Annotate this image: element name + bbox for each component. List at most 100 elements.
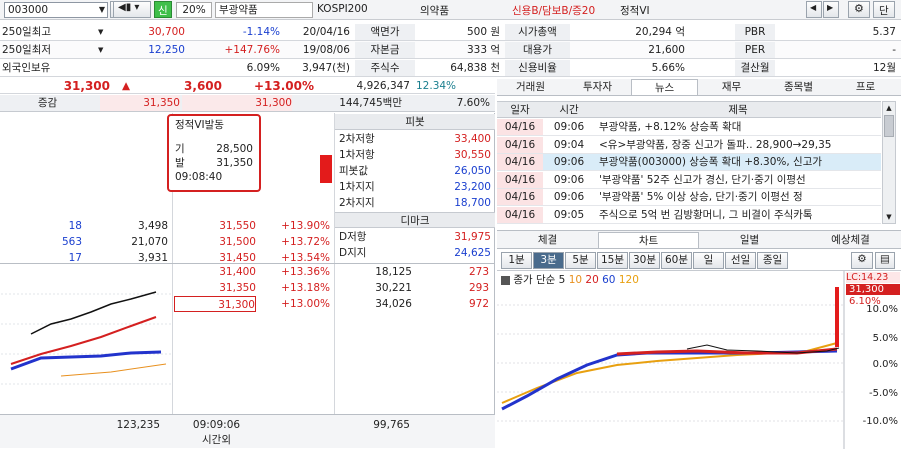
news-row[interactable]: 04/16 09:05 주식으로 5억 번 김방황머니, 그 비결이 주식카톡	[497, 206, 881, 224]
news-row[interactable]: 04/16 09:06 '부광약품' 5% 이상 상승, 단기·중기 이평선 정	[497, 189, 881, 206]
period-button[interactable]: 60분	[661, 252, 692, 269]
tab-4[interactable]: 종목별	[765, 79, 832, 95]
info-label: 250일최고	[2, 26, 52, 38]
tab-2[interactable]: 뉴스	[631, 79, 698, 95]
diff-label: 증감	[37, 97, 58, 109]
info-label: 외국인보유	[2, 62, 51, 74]
single-label: 단	[879, 5, 889, 17]
news-time: 09:05	[553, 208, 585, 221]
chart-menu-button[interactable]: ▤	[875, 252, 895, 269]
demark-value: 31,975	[454, 231, 491, 243]
news-row[interactable]: 04/16 09:06 '부광약품' 52주 신고가 경신, 단기·중기 이평선	[497, 171, 881, 189]
footer-time: 09:09:06	[192, 419, 241, 431]
info-row: 외국인보유 6.09% 3,947(천) 주식수 64,838 천 신용비율 5.66% 결산…	[0, 59, 901, 77]
info-v2: 5.66%	[651, 62, 685, 74]
change-pct: +13.00%	[253, 79, 314, 93]
bid-row[interactable]: 31,350 +13.18% 30,221 293	[174, 280, 494, 296]
news-date: 04/16	[497, 154, 543, 170]
info-k3: PBR	[735, 24, 775, 40]
info-v1: 333 억	[466, 44, 500, 56]
chart-settings-button[interactable]: ⚙	[851, 252, 873, 269]
bid-right-count: 273	[468, 266, 489, 278]
news-row[interactable]: 04/16 09:04 <유>부광약품, 장중 신고가 돌파.. 28,900→29…	[497, 136, 881, 154]
scroll-thumb[interactable]	[884, 115, 894, 137]
vi-time: 09:08:40	[175, 171, 223, 183]
header-date: 일자	[510, 104, 530, 116]
chart-tab-0[interactable]: 체결	[497, 232, 598, 248]
speaker-icon: ◀▮ ▾	[118, 2, 140, 13]
info-price	[95, 60, 185, 76]
prev-button[interactable]: ◀	[806, 1, 822, 18]
vi-label: 정적VI	[620, 5, 650, 17]
y-tick: 0.0%	[872, 359, 898, 370]
news-date: 04/16	[497, 206, 543, 223]
news-row[interactable]: 04/16 09:06 부광약품, +8.12% 상승폭 확대	[497, 119, 881, 136]
chevron-down-icon[interactable]: ▼	[98, 24, 108, 40]
price-chart: 종가 단순 5 10 20 60 120 LC:14.23 31,300 6.10%…	[497, 270, 901, 449]
tab-5[interactable]: 프로	[832, 79, 899, 95]
demark-row: D저항 31,975	[335, 229, 495, 245]
info-v2: 21,600	[648, 44, 685, 56]
scroll-up-icon[interactable]: ▲	[883, 102, 895, 114]
bid-total: 99,765	[373, 419, 410, 431]
chart-tab-2[interactable]: 일별	[699, 232, 800, 248]
next-button[interactable]: ▶	[823, 1, 839, 18]
news-scrollbar[interactable]: ▲ ▼	[882, 101, 896, 224]
news-title: 부광약품(003000) 상승폭 확대 +8.30%, 신고가	[599, 156, 823, 168]
ask-row[interactable]: 563 21,070 31,500 +13.72%	[0, 234, 335, 250]
bid-pct: +13.36%	[281, 266, 330, 278]
bid-price: 31,400	[219, 266, 256, 278]
chevron-down-icon[interactable]: ▼	[98, 42, 108, 58]
info-k1: 자본금	[355, 42, 415, 58]
period-button[interactable]: 30분	[629, 252, 660, 269]
period-button[interactable]: 1분	[501, 252, 532, 269]
info-price: 12,250	[148, 44, 185, 56]
demark-key: D지지	[339, 247, 367, 259]
chevron-down-icon: ▼	[98, 5, 105, 14]
settings-button[interactable]: ⚙	[848, 1, 870, 18]
info-pct: -1.14%	[242, 26, 280, 38]
bid-qty: 18,125	[375, 266, 412, 278]
stock-code-input[interactable]: 003000 ▼	[4, 2, 108, 18]
news-row[interactable]: 04/16 09:06 부광약품(003000) 상승폭 확대 +8.30%, 신고…	[497, 154, 881, 171]
news-table: 일자 시간 제목 04/16 09:06 부광약품, +8.12% 상승폭 확대 04…	[497, 97, 901, 227]
period-button[interactable]: 3분	[533, 252, 564, 269]
single-button[interactable]: 단	[873, 1, 895, 18]
period-bar: 1분 3분 5분 15분 30분 60분 일 선일 종일 ⚙ ▤	[497, 252, 901, 269]
period-button[interactable]: 15분	[597, 252, 628, 269]
bid-price: 31,300	[174, 296, 256, 312]
chart-tab-3[interactable]: 예상체결	[800, 232, 901, 248]
ask-price: 31,500	[219, 236, 256, 248]
chart-tab-1[interactable]: 차트	[598, 232, 699, 248]
news-title: 주식으로 5억 번 김방황머니, 그 비결이 주식카톡	[599, 208, 813, 221]
volume-pct: 12.34%	[416, 80, 457, 92]
news-header: 일자 시간 제목	[497, 101, 881, 118]
scroll-down-icon[interactable]: ▼	[883, 211, 895, 223]
info-row: 250일최저 12,250 +147.76% 19/08/06 자본금 333 억 대용가 2…	[0, 41, 901, 59]
ask-row[interactable]: 18 3,498 31,550 +13.90%	[0, 218, 335, 234]
tab-3[interactable]: 재무	[698, 79, 765, 95]
period-button[interactable]: 종일	[757, 252, 788, 269]
header-time: 시간	[559, 104, 579, 116]
link-button[interactable]: 신	[154, 1, 172, 18]
pivot-value: 33,400	[454, 133, 491, 145]
market-label: KOSPI200	[317, 3, 368, 15]
tab-0[interactable]: 거래원	[497, 79, 564, 95]
news-date: 04/16	[497, 119, 543, 135]
quote-row: 31,300 ▲ 3,600 +13.00% 4,926,347 12.34%	[0, 78, 495, 94]
y-tick: 5.0%	[872, 333, 898, 344]
news-time: 09:06	[553, 191, 585, 203]
period-button[interactable]: 일	[693, 252, 724, 269]
period-button[interactable]: 선일	[725, 252, 756, 269]
speaker-button[interactable]: ◀▮ ▾	[113, 1, 151, 18]
price-change: 3,600	[184, 79, 222, 93]
tab-1[interactable]: 투자자	[564, 79, 631, 95]
pivot-value: 23,200	[454, 181, 491, 193]
bid-row[interactable]: 31,300 +13.00% 34,026 972	[174, 296, 494, 312]
ask-price: 31,550	[219, 220, 256, 232]
bid-row[interactable]: 31,400 +13.36% 18,125 273	[174, 264, 494, 280]
period-button[interactable]: 5분	[565, 252, 596, 269]
info-k1: 주식수	[355, 60, 415, 76]
demark-title: 디마크	[335, 212, 495, 228]
pivot-key: 1차지지	[339, 181, 375, 193]
